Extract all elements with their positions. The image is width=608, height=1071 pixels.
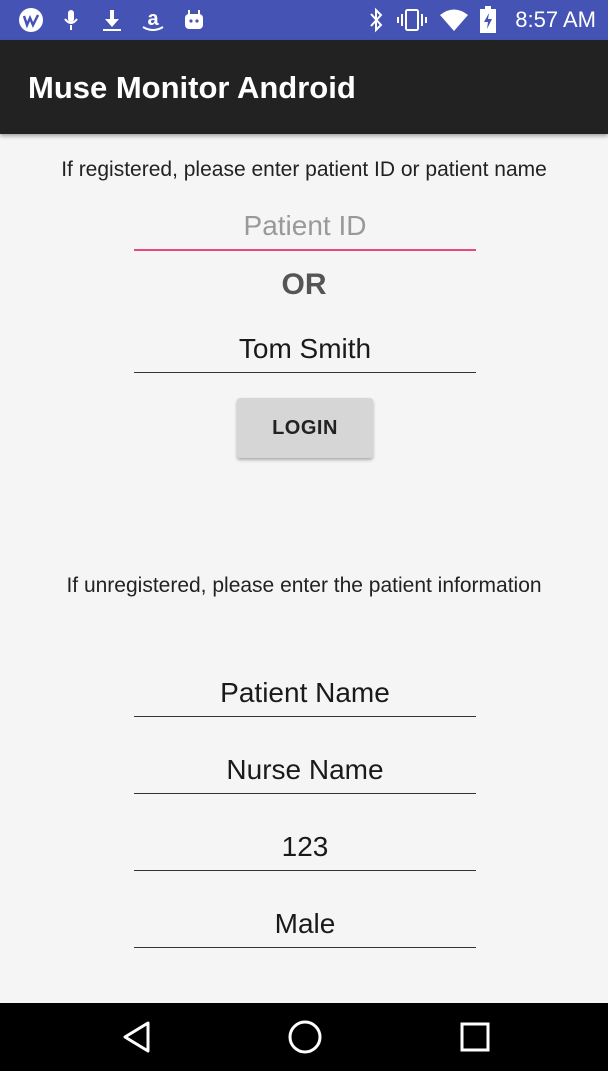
status-time: 8:57 AM — [515, 7, 596, 32]
android-icon — [182, 6, 206, 34]
unregistered-instruction: If unregistered, please enter the patien… — [66, 574, 542, 597]
app-bar: Muse Monitor Android — [0, 40, 608, 134]
bluetooth-icon — [366, 6, 386, 34]
download-icon — [100, 6, 124, 34]
wifi-icon — [438, 6, 470, 34]
recents-icon[interactable] — [455, 1017, 495, 1057]
login-button[interactable]: LOGIN — [237, 398, 373, 458]
patient-name-login-input[interactable] — [134, 325, 476, 373]
or-label: OR — [281, 268, 327, 301]
back-icon[interactable] — [116, 1017, 156, 1057]
app-title: Muse Monitor Android — [28, 70, 356, 105]
patient-id-input[interactable] — [134, 203, 476, 251]
number-input[interactable] — [134, 823, 476, 871]
vibrate-icon — [396, 6, 428, 34]
navigation-bar — [0, 1003, 608, 1071]
status-bar: a 8:57 AM — [0, 0, 608, 40]
battery-icon — [476, 6, 500, 34]
app-logo-icon — [16, 6, 46, 34]
home-icon[interactable] — [285, 1017, 325, 1057]
nurse-name-input[interactable] — [134, 746, 476, 794]
svg-text:a: a — [147, 8, 159, 30]
registered-instruction: If registered, please enter patient ID o… — [61, 158, 547, 181]
amazon-icon: a — [138, 6, 168, 34]
microphone-icon — [60, 6, 82, 34]
gender-input[interactable] — [134, 900, 476, 948]
patient-name-input[interactable] — [134, 669, 476, 717]
